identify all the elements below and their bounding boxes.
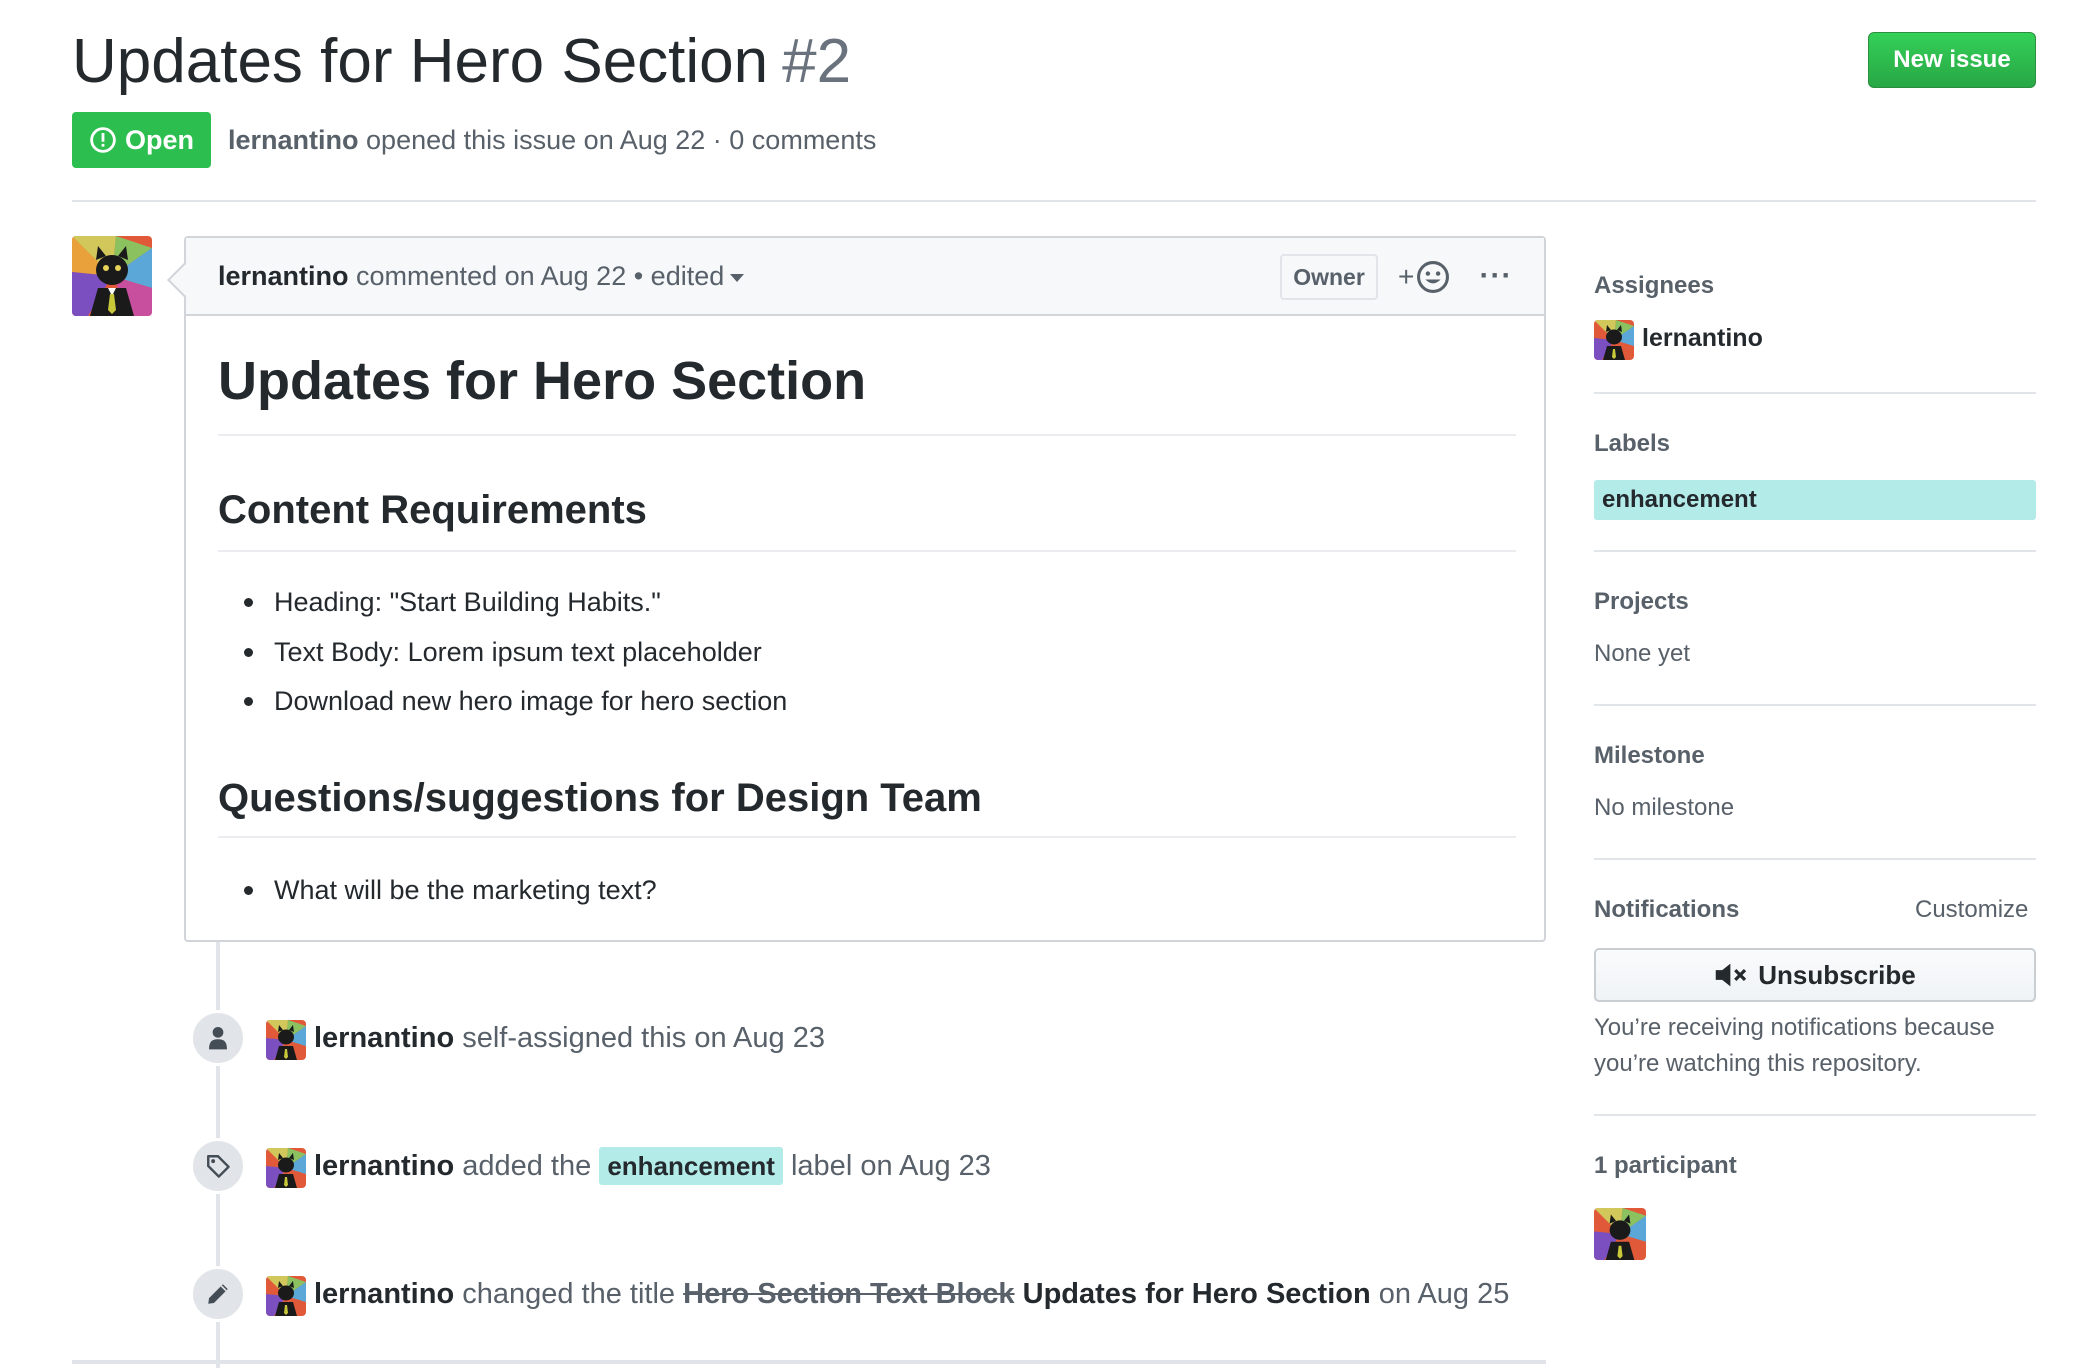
event-text: self-assigned this on Aug 23 [462,1022,825,1054]
milestone-value: No milestone [1594,794,1735,821]
participants-heading: 1 participant [1594,1152,1737,1179]
timeline-event-icon [190,1266,246,1322]
section-heading-questions: Questions/suggestions for Design Team [218,776,982,820]
owner-badge: Owner [1280,254,1378,300]
actor-avatar[interactable] [266,1276,306,1316]
issue-title: Updates for Hero Section #2 [72,22,851,102]
pencil-icon [208,1284,228,1304]
timeline-event-renamed: lernantino changed the title Hero Sectio… [314,1274,1509,1314]
section-divider [218,836,1516,838]
sidebar-divider [1594,1114,2036,1116]
section-heading-content-requirements: Content Requirements [218,488,647,532]
timeline-event-labeled: lernantino added the enhancement label o… [314,1146,991,1186]
actor-avatar[interactable] [266,1020,306,1060]
issue-meta-text: opened this issue on Aug 22 · 0 comments [366,125,877,155]
assignee-name[interactable]: lernantino [1642,324,1763,353]
issue-number: #2 [782,27,852,96]
list-item: Text Body: Lorem ipsum text placeholder [244,634,762,670]
old-title: Hero Section Text Block [683,1278,1015,1310]
sidebar-notifications-heading: Notifications [1594,896,1740,923]
sidebar-labels-heading[interactable]: Labels [1594,428,1670,460]
event-text: added the [462,1150,592,1182]
new-issue-button[interactable]: New issue [1868,32,2036,88]
sidebar-projects-heading[interactable]: Projects [1594,586,1689,618]
issue-meta: lernantino opened this issue on Aug 22 ·… [228,120,876,160]
label-chip-enhancement[interactable]: enhancement [599,1147,783,1185]
timeline-event-icon [190,1010,246,1066]
section-divider [218,550,1516,552]
list-item: Heading: "Start Building Habits." [244,584,661,620]
add-reaction-button[interactable]: + [1398,258,1458,296]
projects-value: None yet [1594,640,1691,667]
timeline-event-assigned: lernantino self-assigned this on Aug 23 [314,1018,825,1058]
assignee-avatar[interactable] [1594,320,1634,360]
unsubscribe-label: Unsubscribe [1758,959,1916,990]
notifications-reason: You’re receiving notifications because y… [1594,1014,1995,1077]
cat-avatar-image [72,236,152,316]
sidebar-divider [1594,392,2036,394]
cat-avatar-image [266,1148,306,1188]
event-text: on Aug 25 [1378,1278,1510,1310]
comment-meta: lernantino commented on Aug 22 • edited [218,258,745,294]
mute-icon [1716,963,1747,987]
comment-author-avatar[interactable] [72,236,152,316]
sidebar-divider [1594,550,2036,552]
issue-comment: lernantino commented on Aug 22 • edited … [167,236,1546,942]
comment-meta-text[interactable]: commented on Aug 22 • edited [356,261,724,291]
heading-divider [218,434,1516,436]
issue-author-link[interactable]: lernantino [228,125,359,155]
event-text: changed the title [462,1278,676,1310]
timeline-bottom-divider [72,1360,1546,1364]
actor-avatar[interactable] [266,1148,306,1188]
issue-state-label: Open [124,124,194,155]
chevron-down-icon[interactable] [730,273,745,282]
timeline-event-icon [190,1138,246,1194]
event-text: label on Aug 23 [790,1150,991,1182]
header-divider [72,200,2036,202]
cat-avatar-image [266,1020,306,1060]
actor-link[interactable]: lernantino [314,1278,454,1310]
sidebar-divider [1594,704,2036,706]
cat-avatar-image [266,1276,306,1316]
comment-author-link[interactable]: lernantino [218,261,349,291]
sidebar-divider [1594,858,2036,860]
issue-state-badge: Open [72,112,211,168]
actor-link[interactable]: lernantino [314,1150,454,1182]
more-options-button[interactable]: ··· [1476,256,1516,296]
tag-icon [207,1155,230,1178]
actor-link[interactable]: lernantino [314,1022,454,1054]
comment-body-heading: Updates for Hero Section [218,351,867,411]
list-item: Download new hero image for hero section [243,683,787,719]
label-enhancement[interactable]: enhancement [1594,480,2036,520]
participant-avatar[interactable] [1594,1208,1646,1260]
unsubscribe-button[interactable]: Unsubscribe [1594,948,2036,1002]
sidebar-milestone-heading[interactable]: Milestone [1594,740,1705,772]
cat-avatar-image [1594,1208,1646,1260]
sidebar-assignees-heading[interactable]: Assignees [1594,270,1714,302]
new-title: Updates for Hero Section [1022,1278,1371,1310]
issue-title-text: Updates for Hero Section [72,27,769,96]
list-item: What will be the marketing text? [244,872,657,908]
cat-avatar-image [1594,320,1634,360]
customize-link[interactable]: Customize [1915,894,2028,926]
smiley-icon [1417,261,1450,293]
issue-opened-icon [90,127,116,153]
person-icon [209,1026,227,1050]
plus-label: + [1398,261,1415,292]
